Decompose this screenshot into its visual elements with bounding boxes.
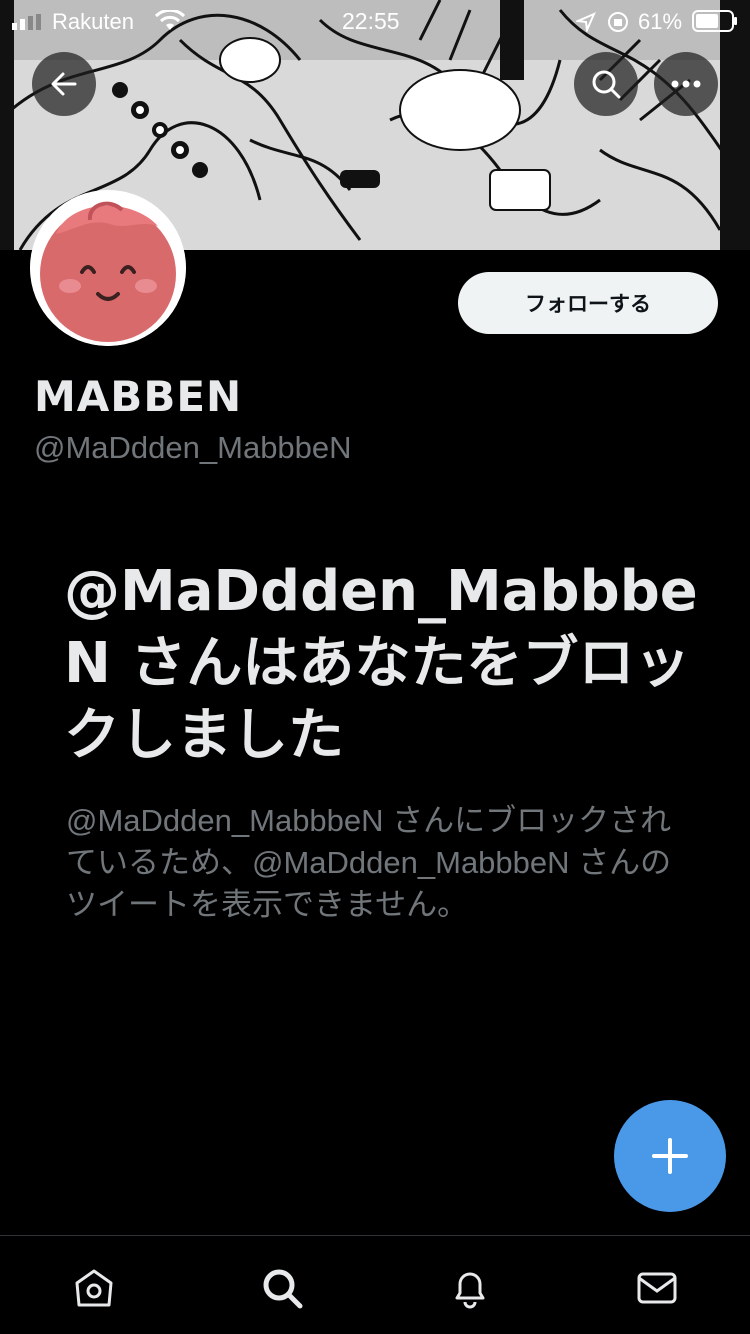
search-button[interactable] bbox=[574, 52, 638, 116]
profile-screen: Rakuten 22:55 61% フォローする MABBEN @MaDdden… bbox=[0, 0, 750, 1334]
profile-handle: @MaDdden_MabbbeN bbox=[34, 430, 352, 465]
bottom-tab-bar bbox=[0, 1235, 750, 1334]
status-bar: Rakuten 22:55 61% bbox=[0, 0, 750, 40]
rotation-lock-icon bbox=[608, 12, 628, 32]
battery-icon bbox=[692, 10, 737, 32]
plus-icon bbox=[652, 1138, 688, 1174]
arrow-left-icon bbox=[51, 72, 77, 96]
profile-display-name: MABBEN bbox=[34, 372, 243, 421]
compose-tweet-button[interactable] bbox=[614, 1100, 726, 1212]
blocked-message-title: @MaDdden_MabbbeN さんはあなたをブロックしました bbox=[64, 559, 698, 768]
wifi-icon bbox=[155, 10, 185, 30]
back-button[interactable] bbox=[32, 52, 96, 116]
bell-icon bbox=[455, 1272, 485, 1309]
mail-icon bbox=[637, 1272, 677, 1304]
search-icon bbox=[592, 70, 621, 99]
tab-notifications[interactable] bbox=[446, 1264, 494, 1312]
tab-home[interactable] bbox=[70, 1264, 118, 1312]
tab-explore[interactable] bbox=[258, 1264, 306, 1312]
search-icon bbox=[263, 1269, 303, 1309]
cellular-signal-icon bbox=[12, 14, 41, 30]
avatar[interactable] bbox=[30, 190, 186, 346]
carrier-name: Rakuten bbox=[52, 9, 134, 34]
location-arrow-icon bbox=[576, 12, 596, 32]
tab-messages[interactable] bbox=[633, 1264, 681, 1312]
follow-button[interactable]: フォローする bbox=[458, 272, 718, 334]
battery-percentage: 61% bbox=[638, 9, 683, 34]
status-time: 22:55 bbox=[342, 8, 400, 34]
more-horizontal-icon bbox=[671, 80, 701, 88]
home-icon bbox=[75, 1269, 113, 1307]
more-options-button[interactable] bbox=[654, 52, 718, 116]
blocked-message-description: @MaDdden_MabbbeN さんにブロックされているため、@MaDdden… bbox=[66, 803, 672, 922]
